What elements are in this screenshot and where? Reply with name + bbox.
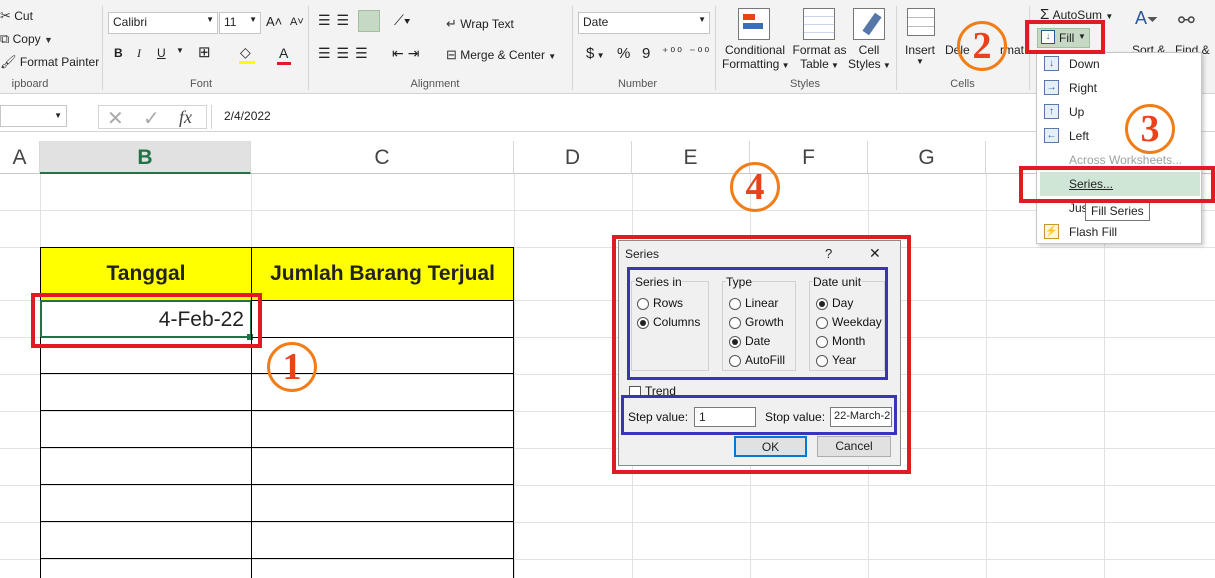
underline-button[interactable]: U [157, 46, 166, 60]
number-group-label: Number [617, 78, 658, 90]
menu-item-left[interactable]: ← Left [1040, 124, 1200, 148]
column-header-b[interactable]: B [40, 141, 251, 174]
insert-cells-icon[interactable] [907, 8, 935, 36]
bottom-align-button[interactable] [358, 10, 380, 32]
menu-item-right[interactable]: → Right [1040, 76, 1200, 100]
chevron-down-icon: ▼ [548, 52, 557, 61]
arrow-left-icon: ← [1044, 128, 1059, 143]
format-as-table-button[interactable]: Format as Table ▼ [792, 43, 847, 71]
name-box[interactable]: ▼ [0, 105, 67, 127]
step-badge-4: 4 [730, 162, 780, 212]
cell-styles-icon[interactable] [853, 8, 885, 40]
insert-button[interactable]: Insert ▼ [905, 43, 935, 66]
copy-button[interactable]: ⧉ Copy ▼ [0, 31, 53, 47]
arrow-right-icon: → [1044, 80, 1059, 95]
merge-center-button[interactable]: ⊟ Merge & Center ▼ [446, 47, 556, 63]
jumlah-header-cell[interactable]: Jumlah Barang Terjual [251, 247, 514, 301]
gridline [0, 210, 1215, 211]
divider [715, 6, 716, 90]
highlight-box-1 [31, 293, 262, 348]
copy-icon: ⧉ [0, 31, 10, 46]
highlight-box-2 [1025, 20, 1105, 54]
orientation-icon[interactable]: ⟋▾ [394, 12, 411, 29]
fill-series-tooltip: Fill Series [1085, 201, 1150, 221]
format-painter-button[interactable]: 🖌 Format Painter [0, 54, 99, 70]
font-name-select[interactable]: Calibri ▼ [108, 12, 218, 34]
cells-group-label: Cells [950, 78, 975, 90]
currency-button[interactable]: $ ▼ [586, 45, 604, 62]
chevron-down-icon: ▼ [44, 35, 53, 45]
scissors-icon: ✂ [0, 8, 11, 23]
bold-button[interactable]: B [114, 46, 123, 60]
binoculars-icon[interactable]: ⚯ [1178, 8, 1195, 33]
check-icon[interactable]: ✓ [143, 106, 160, 131]
format-as-table-icon[interactable] [803, 8, 835, 40]
conditional-formatting-button[interactable]: Conditional Formatting ▼ [722, 43, 790, 71]
borders-icon[interactable]: ⊞ [198, 43, 211, 61]
highlight-box-4 [612, 235, 911, 474]
column-header-g[interactable]: G [868, 141, 986, 174]
fill-color-icon[interactable]: ◇ [239, 44, 255, 64]
divider [572, 6, 573, 90]
shrink-font-button[interactable]: A˅ [290, 16, 304, 28]
divider [896, 6, 897, 90]
paintbrush-icon: 🖌 [0, 54, 17, 69]
decimal-icons[interactable]: ⁺⁰⁰ ⁻⁰⁰ [662, 45, 711, 59]
formula-buttons: ✕ ✓ fx [98, 105, 207, 131]
step-badge-3: 3 [1125, 104, 1175, 154]
column-header-d[interactable]: D [514, 141, 632, 174]
font-size-select[interactable]: 11 ▼ [219, 12, 261, 34]
clipboard-group-label: ipboard [11, 78, 49, 90]
italic-button[interactable]: I [137, 46, 141, 61]
sort-filter-icon[interactable]: A⏷ [1135, 8, 1158, 29]
chevron-down-icon: ▼ [249, 15, 257, 24]
column-header-a[interactable]: A [0, 141, 40, 174]
cut-button[interactable]: ✂ Cut [0, 8, 33, 24]
arrow-up-icon: ↑ [1044, 104, 1059, 119]
conditional-formatting-icon[interactable] [738, 8, 770, 40]
font-group-label: Font [189, 78, 212, 90]
wrap-text-button[interactable]: ↵ Wrap Text [446, 16, 514, 32]
chevron-down-icon: ▼ [206, 15, 214, 24]
table-divider [251, 337, 252, 578]
divider [102, 6, 103, 90]
arrow-down-icon: ↓ [1044, 56, 1059, 71]
cell-styles-button[interactable]: Cell Styles ▼ [848, 43, 891, 71]
grow-font-button[interactable]: A˄ [266, 14, 282, 29]
step-badge-2: 2 [957, 21, 1007, 71]
horizontal-align-icons[interactable]: ☰☰☰ [318, 45, 374, 62]
indent-icons[interactable]: ⇤⇥ [392, 45, 423, 62]
menu-item-down[interactable]: ↓ Down [1040, 52, 1200, 76]
chevron-down-icon: ▼ [54, 111, 62, 120]
alignment-group-label: Alignment [410, 78, 460, 90]
vertical-align-icons[interactable]: ☰☰ [318, 12, 355, 29]
styles-group-label: Styles [790, 78, 820, 90]
wrap-text-icon: ↵ [446, 16, 457, 31]
menu-item-up[interactable]: ↑ Up [1040, 100, 1200, 124]
merge-icon: ⊟ [446, 47, 457, 62]
font-color-swatch [277, 62, 291, 65]
menu-item-flash-fill[interactable]: ⚡ Flash Fill [1040, 220, 1200, 244]
highlight-box-3 [1019, 166, 1215, 203]
comma-button[interactable]: 9 [642, 45, 650, 62]
percent-button[interactable]: % [617, 45, 630, 62]
chevron-down-icon: ▼ [698, 15, 706, 24]
gridline [986, 174, 987, 578]
chevron-down-icon[interactable]: ▼ [176, 46, 184, 55]
fx-icon[interactable]: fx [179, 107, 192, 128]
divider [308, 6, 309, 90]
flash-fill-icon: ⚡ [1044, 224, 1059, 239]
fill-color-swatch [239, 61, 255, 64]
gridline [514, 174, 515, 578]
column-header-e[interactable]: E [632, 141, 750, 174]
table-cell[interactable] [251, 300, 514, 338]
formula-bar: ▼ ✕ ✓ fx 2/4/2022 [0, 100, 1215, 132]
step-badge-1: 1 [267, 342, 317, 392]
column-header-c[interactable]: C [251, 141, 514, 174]
font-color-button[interactable]: A [277, 45, 291, 65]
number-format-select[interactable]: Date ▼ [578, 12, 710, 34]
cancel-x-icon[interactable]: ✕ [107, 106, 124, 131]
